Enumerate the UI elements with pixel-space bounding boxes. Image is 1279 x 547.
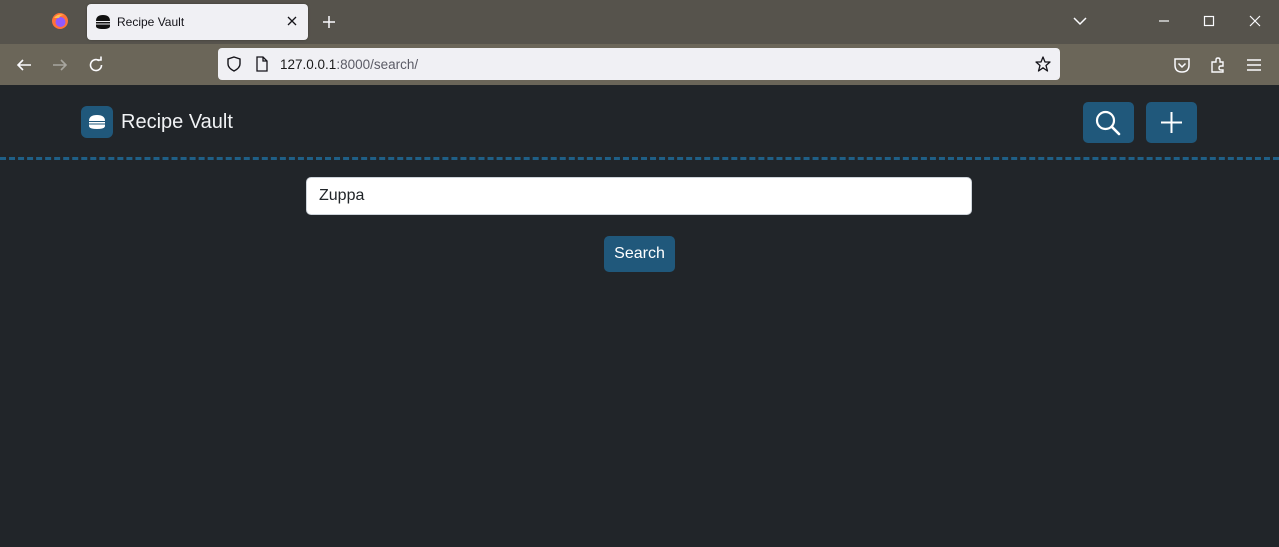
pocket-icon[interactable] — [1173, 56, 1191, 74]
firefox-logo-icon[interactable] — [51, 12, 69, 30]
url-text[interactable]: 127.0.0.1:8000/search/ — [280, 57, 418, 72]
url-bar[interactable]: 127.0.0.1:8000/search/ — [218, 48, 1060, 80]
reload-icon[interactable] — [87, 56, 105, 74]
brand-logo[interactable] — [81, 106, 113, 138]
back-arrow-icon[interactable] — [15, 56, 33, 74]
tab-title: Recipe Vault — [117, 15, 185, 29]
search-input[interactable] — [306, 177, 972, 215]
minimize-icon[interactable] — [1157, 14, 1171, 28]
browser-nav-bar: 127.0.0.1:8000/search/ — [0, 44, 1279, 85]
browser-tab-strip: Recipe Vault — [0, 0, 1279, 44]
shield-icon[interactable] — [226, 56, 242, 72]
brand-name[interactable]: Recipe Vault — [121, 111, 233, 134]
list-tabs-chevron-icon[interactable] — [1073, 14, 1087, 28]
page-icon[interactable] — [254, 56, 270, 72]
close-tab-icon[interactable] — [286, 15, 298, 27]
plus-icon — [1161, 112, 1182, 133]
extensions-icon[interactable] — [1209, 56, 1227, 74]
maximize-icon[interactable] — [1202, 14, 1216, 28]
new-tab-icon[interactable] — [321, 14, 337, 30]
app-header: Recipe Vault — [0, 85, 1279, 160]
search-icon — [1095, 110, 1121, 136]
window-close-icon[interactable] — [1248, 14, 1262, 28]
forward-arrow-icon[interactable] — [51, 56, 69, 74]
menu-hamburger-icon[interactable] — [1245, 56, 1263, 74]
bookmark-star-icon[interactable] — [1035, 56, 1051, 72]
browser-tab-active[interactable]: Recipe Vault — [87, 4, 308, 40]
header-search-button[interactable] — [1083, 102, 1134, 143]
burger-icon — [89, 115, 105, 129]
burger-icon — [96, 15, 110, 29]
search-submit-button[interactable]: Search — [604, 236, 675, 272]
header-add-button[interactable] — [1146, 102, 1197, 143]
